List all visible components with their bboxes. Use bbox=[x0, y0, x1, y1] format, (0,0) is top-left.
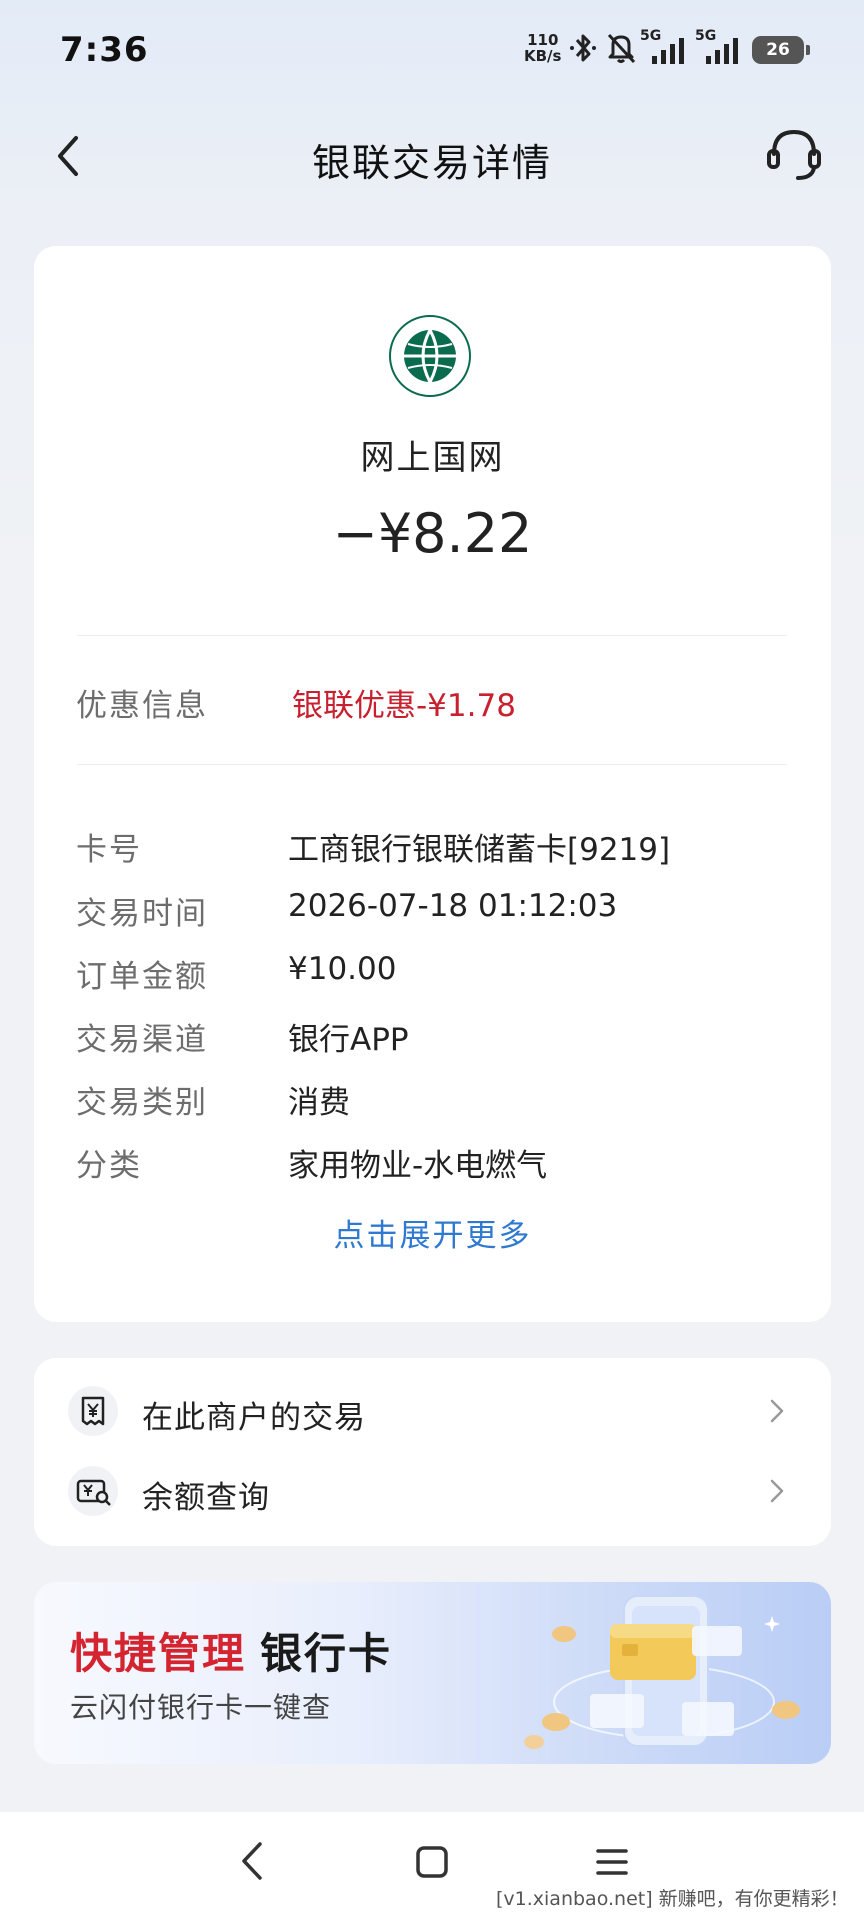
banner-title-main: 银行卡 bbox=[260, 1629, 393, 1678]
detail-value: ¥10.00 bbox=[288, 951, 397, 987]
promo-label: 优惠信息 bbox=[76, 688, 208, 724]
link-label: 余额查询 bbox=[142, 1480, 270, 1516]
detail-label: 分类 bbox=[76, 1148, 142, 1184]
divider bbox=[78, 764, 786, 765]
detail-value: 银行APP bbox=[288, 1022, 409, 1058]
merchant-name: 网上国网 bbox=[360, 438, 505, 478]
page-header: 银联交易详情 bbox=[0, 110, 864, 202]
detail-value: 2026-07-18 01:12:03 bbox=[288, 888, 618, 924]
detail-label: 交易类别 bbox=[76, 1085, 208, 1121]
detail-label: 交易时间 bbox=[76, 896, 208, 932]
detail-label: 订单金额 bbox=[76, 959, 208, 995]
detail-value: 消费 bbox=[288, 1085, 350, 1121]
signal-icon bbox=[652, 38, 684, 64]
banner-subtitle: 云闪付银行卡一键查 bbox=[70, 1691, 332, 1724]
detail-value: 家用物业-水电燃气 bbox=[288, 1148, 548, 1184]
network-speed-unit: KB/s bbox=[524, 47, 562, 65]
bank-card-management-banner[interactable]: 快捷管理 银行卡 云闪付银行卡一键查 bbox=[34, 1582, 831, 1764]
menu-icon[interactable] bbox=[594, 1846, 630, 1878]
balance-query-link[interactable]: 余额查询 bbox=[34, 1452, 831, 1532]
transaction-amount: −¥8.22 bbox=[332, 502, 533, 565]
balance-query-icon bbox=[68, 1466, 118, 1516]
expand-more-link[interactable]: 点击展开更多 bbox=[34, 1210, 831, 1255]
signal-icon bbox=[706, 38, 738, 64]
chevron-right-icon bbox=[770, 1399, 784, 1423]
battery-indicator: 26 bbox=[752, 36, 810, 64]
back-icon[interactable] bbox=[236, 1838, 268, 1884]
banner-title: 快捷管理 银行卡 bbox=[70, 1620, 392, 1681]
state-grid-logo bbox=[389, 315, 471, 397]
bluetooth-icon bbox=[570, 34, 596, 62]
network-speed-value: 110 bbox=[527, 31, 559, 49]
merchant-transactions-link[interactable]: 在此商户的交易 bbox=[34, 1372, 831, 1452]
mute-icon bbox=[607, 33, 636, 64]
promo-value: 银联优惠-¥1.78 bbox=[292, 688, 516, 724]
receipt-icon bbox=[68, 1386, 118, 1436]
headset-icon[interactable] bbox=[764, 124, 824, 186]
detail-label: 卡号 bbox=[76, 832, 142, 868]
watermark-text: [v1.xianbao.net] 新赚吧，有你更精彩！ bbox=[496, 1888, 849, 1910]
detail-value: 工商银行银联储蓄卡[9219] bbox=[288, 832, 671, 868]
network-speed: 110 KB/s bbox=[524, 32, 561, 64]
chevron-right-icon bbox=[770, 1479, 784, 1503]
page-title: 银联交易详情 bbox=[311, 141, 552, 185]
home-icon[interactable] bbox=[414, 1844, 450, 1880]
divider bbox=[78, 635, 786, 636]
phone-card-illustration bbox=[524, 1595, 800, 1749]
link-label: 在此商户的交易 bbox=[142, 1400, 366, 1436]
transaction-card: 网上国网 −¥8.22 优惠信息 银联优惠-¥1.78 卡号 工商银行银联储蓄卡… bbox=[34, 246, 831, 1322]
banner-title-highlight: 快捷管理 bbox=[70, 1629, 247, 1678]
status-time: 7:36 bbox=[60, 30, 149, 70]
detail-label: 交易渠道 bbox=[76, 1022, 208, 1058]
related-links-card: 在此商户的交易 余额查询 bbox=[34, 1358, 831, 1546]
status-bar: 7:36 110 KB/s 5G 5G 26 bbox=[0, 0, 864, 100]
